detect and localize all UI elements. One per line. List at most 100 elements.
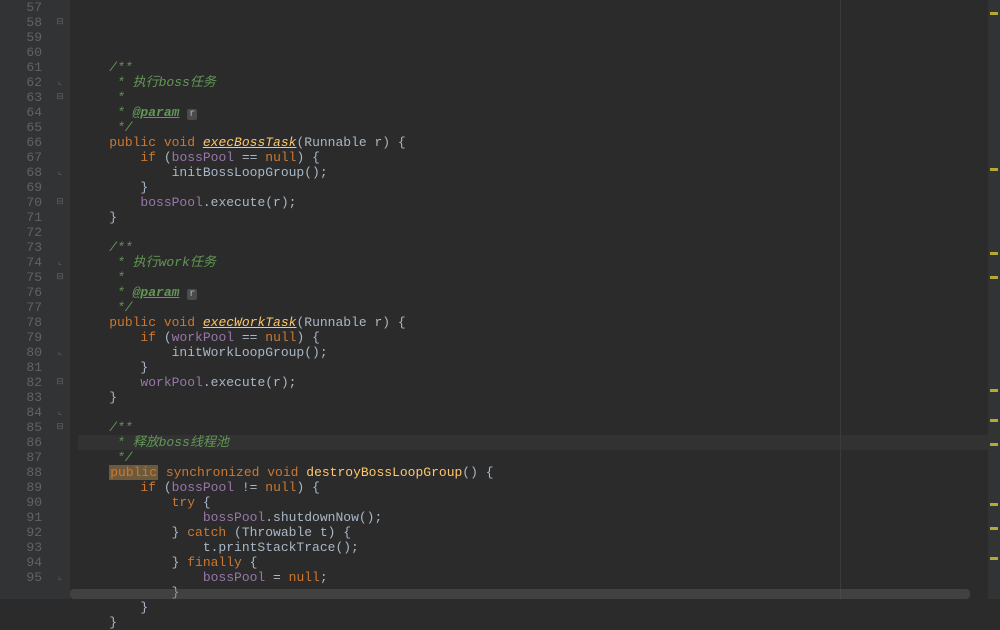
code-line[interactable]: try { bbox=[78, 495, 1000, 510]
code-line[interactable]: * @param r bbox=[78, 285, 1000, 300]
code-line[interactable]: * bbox=[78, 270, 1000, 285]
code-line[interactable]: } bbox=[78, 600, 1000, 615]
line-number: 86 bbox=[0, 435, 42, 450]
stripe-marker-warn[interactable] bbox=[990, 252, 998, 255]
line-number: 66 bbox=[0, 135, 42, 150]
token-text: } bbox=[78, 525, 187, 540]
stripe-marker-warn[interactable] bbox=[990, 419, 998, 422]
code-line[interactable]: if (bossPool != null) { bbox=[78, 480, 1000, 495]
fold-marker[interactable]: ⌞ bbox=[50, 570, 70, 585]
code-line[interactable]: /** bbox=[78, 420, 1000, 435]
code-line[interactable]: if (bossPool == null) { bbox=[78, 150, 1000, 165]
token-kw: null bbox=[265, 150, 296, 165]
token-com: 任务 bbox=[190, 75, 216, 90]
token-text bbox=[78, 495, 172, 510]
code-editor[interactable]: 5758596061626364656667686970717273747576… bbox=[0, 0, 1000, 599]
token-text: .shutdownNow(); bbox=[265, 510, 382, 525]
fold-marker bbox=[50, 480, 70, 495]
line-number: 69 bbox=[0, 180, 42, 195]
token-field: bossPool bbox=[203, 510, 265, 525]
code-line[interactable]: bossPool.execute(r); bbox=[78, 195, 1000, 210]
code-line[interactable]: } bbox=[78, 210, 1000, 225]
code-line[interactable]: * bbox=[78, 90, 1000, 105]
token-text bbox=[78, 240, 109, 255]
token-text: = bbox=[265, 570, 288, 585]
code-area[interactable]: /** * 执行boss任务 * * @param r */ public vo… bbox=[70, 0, 1000, 599]
code-line[interactable]: t.printStackTrace(); bbox=[78, 540, 1000, 555]
fold-marker[interactable]: ⊟ bbox=[50, 90, 70, 105]
stripe-marker-warn[interactable] bbox=[990, 389, 998, 392]
code-line[interactable]: } bbox=[78, 615, 1000, 630]
code-line[interactable]: /** bbox=[78, 60, 1000, 75]
token-kw: if bbox=[140, 480, 163, 495]
token-com-tag: @param bbox=[133, 285, 180, 300]
code-line[interactable]: initBossLoopGroup(); bbox=[78, 165, 1000, 180]
code-line[interactable]: public void execWorkTask(Runnable r) { bbox=[78, 315, 1000, 330]
line-number: 85 bbox=[0, 420, 42, 435]
code-line[interactable]: */ bbox=[78, 450, 1000, 465]
code-line[interactable] bbox=[78, 405, 1000, 420]
stripe-marker-warn[interactable] bbox=[990, 527, 998, 530]
error-stripe[interactable] bbox=[988, 0, 1000, 599]
line-number: 78 bbox=[0, 315, 42, 330]
token-text: == bbox=[234, 150, 265, 165]
code-line[interactable]: if (workPool == null) { bbox=[78, 330, 1000, 345]
fold-marker[interactable]: ⌞ bbox=[50, 345, 70, 360]
code-line[interactable]: * 释放boss线程池 bbox=[78, 435, 1000, 450]
stripe-marker-warn[interactable] bbox=[990, 503, 998, 506]
token-text: ( bbox=[164, 480, 172, 495]
code-line[interactable]: } finally { bbox=[78, 555, 1000, 570]
code-line[interactable]: * @param r bbox=[78, 105, 1000, 120]
code-line[interactable]: bossPool.shutdownNow(); bbox=[78, 510, 1000, 525]
fold-marker[interactable]: ⊟ bbox=[50, 15, 70, 30]
code-line[interactable]: bossPool = null; bbox=[78, 570, 1000, 585]
stripe-marker-warn[interactable] bbox=[990, 168, 998, 171]
scrollbar-thumb[interactable] bbox=[70, 589, 970, 599]
line-number: 83 bbox=[0, 390, 42, 405]
stripe-marker-warn[interactable] bbox=[990, 557, 998, 560]
line-number: 68 bbox=[0, 165, 42, 180]
code-line[interactable]: */ bbox=[78, 300, 1000, 315]
code-line[interactable] bbox=[78, 225, 1000, 240]
fold-marker[interactable]: ⌞ bbox=[50, 255, 70, 270]
fold-marker[interactable]: ⌞ bbox=[50, 405, 70, 420]
line-number: 57 bbox=[0, 0, 42, 15]
code-line[interactable]: } bbox=[78, 360, 1000, 375]
horizontal-scrollbar[interactable] bbox=[70, 589, 988, 599]
code-line[interactable]: } catch (Throwable t) { bbox=[78, 525, 1000, 540]
token-text: initWorkLoopGroup(); bbox=[78, 345, 328, 360]
fold-column[interactable]: ⊟⌞⊟⌞⊟⌞⊟⌞⊟⌞⊟⌞ bbox=[50, 0, 70, 599]
code-line[interactable]: initWorkLoopGroup(); bbox=[78, 345, 1000, 360]
line-number: 60 bbox=[0, 45, 42, 60]
stripe-marker-warn[interactable] bbox=[990, 443, 998, 446]
code-line[interactable]: */ bbox=[78, 120, 1000, 135]
code-line[interactable]: public void execBossTask(Runnable r) { bbox=[78, 135, 1000, 150]
fold-marker[interactable]: ⌞ bbox=[50, 165, 70, 180]
token-field: bossPool bbox=[140, 195, 202, 210]
stripe-marker-warn[interactable] bbox=[990, 12, 998, 15]
token-text bbox=[78, 135, 109, 150]
fold-marker[interactable]: ⊟ bbox=[50, 270, 70, 285]
stripe-marker-warn[interactable] bbox=[990, 276, 998, 279]
fold-marker[interactable]: ⊟ bbox=[50, 375, 70, 390]
line-number: 61 bbox=[0, 60, 42, 75]
code-line[interactable]: } bbox=[78, 390, 1000, 405]
code-line[interactable]: } bbox=[78, 180, 1000, 195]
token-kw: null bbox=[265, 480, 296, 495]
token-func: destroyBossLoopGroup bbox=[306, 465, 462, 480]
code-line[interactable]: /** bbox=[78, 240, 1000, 255]
line-number: 63 bbox=[0, 90, 42, 105]
token-text: (Runnable r) { bbox=[296, 315, 405, 330]
token-field: bossPool bbox=[172, 150, 234, 165]
fold-marker[interactable]: ⊟ bbox=[50, 195, 70, 210]
code-line[interactable]: * 执行boss任务 bbox=[78, 75, 1000, 90]
fold-marker bbox=[50, 210, 70, 225]
code-line[interactable]: workPool.execute(r); bbox=[78, 375, 1000, 390]
code-line[interactable]: public synchronized void destroyBossLoop… bbox=[78, 465, 1000, 480]
fold-marker[interactable]: ⊟ bbox=[50, 420, 70, 435]
token-text: ) { bbox=[297, 150, 320, 165]
code-line[interactable]: * 执行work任务 bbox=[78, 255, 1000, 270]
code-line[interactable] bbox=[78, 45, 1000, 60]
fold-marker[interactable]: ⌞ bbox=[50, 75, 70, 90]
line-number: 93 bbox=[0, 540, 42, 555]
